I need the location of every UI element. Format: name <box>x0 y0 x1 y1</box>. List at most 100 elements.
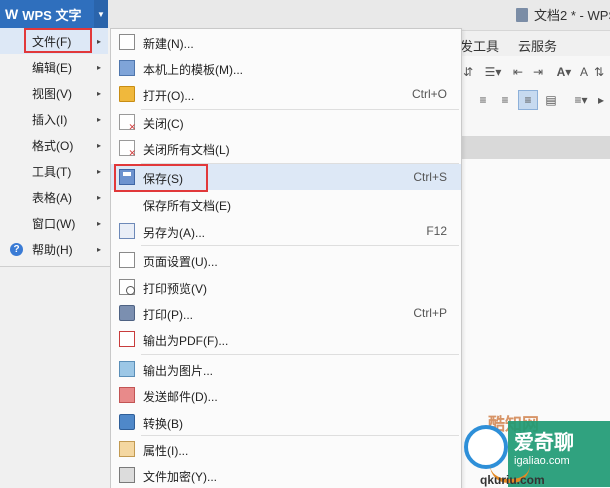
chevron-down-icon: ▼ <box>97 9 105 19</box>
wps-menu-button[interactable]: W WPS 文字 <box>0 0 94 28</box>
pdf-icon <box>119 331 135 347</box>
align-center-button[interactable]: ≡ <box>474 90 492 110</box>
title-bar: W WPS 文字 ▼ 文档2 * - WPS <box>0 0 610 31</box>
tab-cloud-services[interactable]: 云服务 <box>518 36 557 55</box>
menu-item-page-setup[interactable]: 页面设置(U)... <box>111 247 461 273</box>
menu-item-convert[interactable]: 转换(B) <box>111 409 461 435</box>
numbering-button[interactable]: ☰▾ <box>480 62 506 82</box>
tab-developer-tools[interactable]: 发工具 <box>460 36 499 55</box>
watermark-logo-icon <box>464 425 508 469</box>
shortcut-label: F12 <box>426 224 447 238</box>
menu-item-label: 帮助(H) <box>32 242 73 257</box>
menu-item-close-all[interactable]: 关闭所有文档(L) <box>111 135 461 161</box>
paragraph-spacing-button[interactable]: ≡▾ <box>568 90 594 110</box>
menu-item-export-pdf[interactable]: 输出为PDF(F)... <box>111 326 461 352</box>
menu-item-new[interactable]: 新建(N)... <box>111 29 461 55</box>
shortcut-label: Ctrl+O <box>411 87 447 101</box>
document-title: 文档2 * - WPS <box>516 5 610 24</box>
line-spacing-button[interactable]: ⇵ <box>462 62 474 82</box>
watermark-bottom-url: qkuriu.com <box>480 473 545 487</box>
menu-item-label: 文件加密(Y)... <box>143 470 217 484</box>
menu-item-label: 视图(V) <box>32 86 72 101</box>
chevron-right-icon: ▸ <box>97 36 102 46</box>
chevron-right-icon: ▸ <box>97 192 102 202</box>
menu-item-print-preview[interactable]: 打印预览(V) <box>111 274 461 300</box>
shortcut-label: Ctrl+P <box>413 306 447 320</box>
wps-logo-icon: W <box>5 6 18 22</box>
printer-icon <box>119 305 135 321</box>
wps-window: W WPS 文字 ▼ 文档2 * - WPS 发工具 云服务 ⇵ ☰▾ ⇤ ⇥ … <box>0 0 610 488</box>
menu-item-local-templates[interactable]: 本机上的模板(M)... <box>111 55 461 81</box>
properties-icon <box>119 441 135 457</box>
menu-item-label: 窗口(W) <box>32 216 76 231</box>
menu-item-label: 保存(S) <box>143 172 183 186</box>
menu-item-label: 保存所有文档(E) <box>143 199 231 213</box>
save-as-icon <box>119 223 135 239</box>
chevron-right-icon: ▸ <box>97 244 102 254</box>
ribbon-tabs: 发工具 云服务 <box>460 32 610 56</box>
menu-item-label: 属性(I)... <box>143 444 189 458</box>
menu-item-label: 转换(B) <box>143 417 183 431</box>
text-color-button[interactable]: A <box>578 62 590 82</box>
menu-item-label: 另存为(A)... <box>143 226 205 240</box>
menu-item-save[interactable]: 保存(S) Ctrl+S <box>111 164 461 192</box>
menu-item-help[interactable]: ? 帮助(H) ▸ <box>0 236 108 262</box>
menu-item-tools[interactable]: 工具(T) ▸ <box>0 158 108 184</box>
menu-item-label: 编辑(E) <box>32 60 72 75</box>
close-all-icon <box>119 140 136 159</box>
menu-item-properties[interactable]: 属性(I)... <box>111 436 461 462</box>
chevron-right-icon: ▸ <box>97 140 102 150</box>
menu-separator <box>141 245 459 246</box>
increase-indent-button[interactable]: ⇥ <box>530 62 546 82</box>
document-title-text: 文档2 * - WPS <box>534 8 610 23</box>
menu-item-label: 发送邮件(D)... <box>143 390 218 404</box>
menu-item-send-mail[interactable]: 发送邮件(D)... <box>111 382 461 408</box>
menu-item-table[interactable]: 表格(A) ▸ <box>0 184 108 210</box>
menu-item-window[interactable]: 窗口(W) ▸ <box>0 210 108 236</box>
menu-separator <box>141 354 459 355</box>
main-menu: 文件(F) ▸ 编辑(E) ▸ 视图(V) ▸ 插入(I) ▸ 格式(O) ▸ … <box>0 28 111 267</box>
menu-item-format[interactable]: 格式(O) ▸ <box>0 132 108 158</box>
template-icon <box>119 60 135 76</box>
sort-button[interactable]: ⇅ <box>592 62 606 82</box>
menu-item-save-as[interactable]: 另存为(A)... F12 <box>111 218 461 244</box>
menu-item-label: 打印(P)... <box>143 308 193 322</box>
page-setup-icon <box>119 252 135 268</box>
menu-item-edit[interactable]: 编辑(E) ▸ <box>0 54 108 80</box>
align-right-button[interactable]: ≡ <box>496 90 514 110</box>
menu-item-label: 工具(T) <box>32 164 72 179</box>
menu-item-file[interactable]: 文件(F) ▸ <box>0 28 108 54</box>
menu-item-label: 插入(I) <box>32 112 68 127</box>
decrease-indent-button[interactable]: ⇤ <box>510 62 526 82</box>
menu-item-insert[interactable]: 插入(I) ▸ <box>0 106 108 132</box>
justify-button[interactable]: ≡ <box>518 90 538 110</box>
convert-icon <box>119 414 135 430</box>
chevron-right-icon: ▸ <box>97 62 102 72</box>
file-submenu: 新建(N)... 本机上的模板(M)... 打开(O)... Ctrl+O 关闭… <box>110 28 462 488</box>
wps-menu-dropdown-button[interactable]: ▼ <box>94 0 108 28</box>
menu-item-open[interactable]: 打开(O)... Ctrl+O <box>111 81 461 107</box>
chevron-right-icon: ▸ <box>97 88 102 98</box>
menu-item-view[interactable]: 视图(V) ▸ <box>0 80 108 106</box>
menu-item-print[interactable]: 打印(P)... Ctrl+P <box>111 300 461 326</box>
save-icon <box>119 169 135 185</box>
menu-item-encrypt[interactable]: 文件加密(Y)... <box>111 462 461 488</box>
new-document-icon <box>119 34 135 50</box>
open-folder-icon <box>119 86 135 102</box>
menu-item-label: 格式(O) <box>32 138 74 153</box>
watermark: 酷知网 爱奇聊 igaliao.com qkuriu.com <box>464 405 610 488</box>
distributed-button[interactable]: ▤ <box>542 90 560 110</box>
chevron-right-icon: ▸ <box>97 166 102 176</box>
wps-menu-label: WPS 文字 <box>22 7 82 23</box>
ribbon-toolbar: ⇵ ☰▾ ⇤ ⇥ A▾ A ⇅ ≡ ≡ ≡ ▤ ≡▾ ▸ <box>460 56 610 137</box>
watermark-url: igaliao.com <box>514 455 570 467</box>
close-document-icon <box>119 114 136 133</box>
menu-item-label: 新建(N)... <box>143 37 194 51</box>
text-effect-button[interactable]: A▾ <box>552 62 576 82</box>
menu-item-export-image[interactable]: 输出为图片... <box>111 356 461 382</box>
menu-item-save-all[interactable]: 保存所有文档(E) <box>111 191 461 217</box>
more-button[interactable]: ▸ <box>596 90 606 110</box>
print-preview-icon <box>119 279 135 295</box>
menu-item-close[interactable]: 关闭(C) <box>111 109 461 135</box>
menu-item-label: 关闭所有文档(L) <box>143 143 230 157</box>
